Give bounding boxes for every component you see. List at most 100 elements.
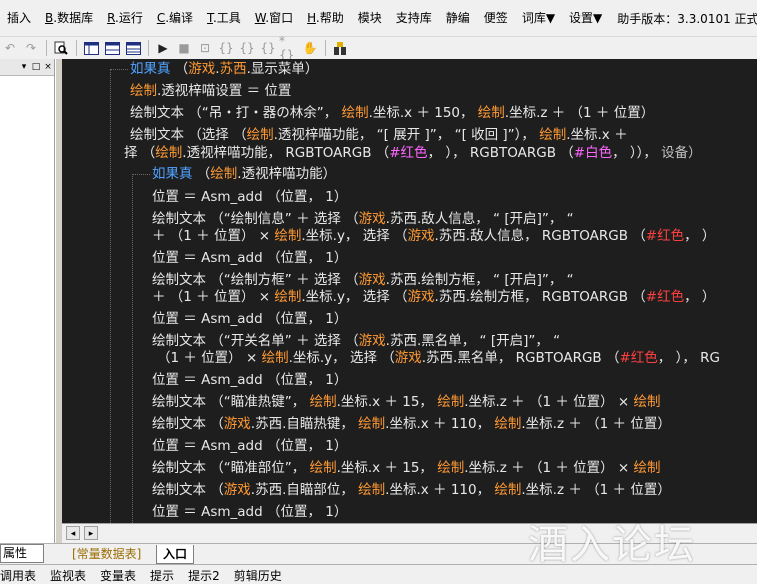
code-line[interactable]: ＋ （1 ＋ 位置） × 绘制.坐标.y， 选择 （游戏.苏西.敌人信息， RG… [152,226,715,246]
code-line[interactable]: 位置 ＝ Asm_add （位置， 1） [152,309,347,329]
code-line[interactable]: 位置 ＝ Asm_add （位置， 1） [152,248,347,268]
code-line[interactable]: 位置 ＝ Asm_add （位置， 1） [152,187,347,207]
menu-item[interactable]: 支持库 [389,0,439,36]
toolbar-separator [148,40,149,56]
code-token: 绘制文本 （ [152,482,224,498]
step4-icon[interactable]: {} [258,39,278,57]
code-token: 绘制 [341,105,369,121]
code-token: #红色 [645,289,685,305]
scroll-right-icon[interactable]: ▸ [84,526,98,540]
code-token: 位置 ＝ Asm_add （位置， 1） [152,250,348,266]
step3-icon[interactable]: {} [237,39,257,57]
tab-properties[interactable]: 属性 [0,544,44,563]
hand-icon[interactable]: ✋ [300,39,320,57]
code-line[interactable]: 如果真 （游戏.苏西.显示菜单） [130,59,318,79]
step1-icon[interactable]: ⊡ [195,39,215,57]
code-line[interactable]: 择 （绘制.透视梓喵功能， RGBTOARGB （#红色， ）， RGBTOAR… [124,143,702,163]
tab-constant-table[interactable]: [常量数据表] [66,545,147,563]
code-token: .坐标.x ＋ 110， [385,416,495,432]
code-line[interactable]: 位置 ＝ Asm_add （位置， 1） [152,370,347,390]
code-line[interactable]: （1 ＋ 位置） × 绘制.坐标.y， 选择 （游戏.苏西.黑名单， RGBTO… [157,348,720,368]
code-token: 游戏 [358,211,386,227]
code-line[interactable]: 位置 ＝ Asm_add （位置， 1） [152,502,347,522]
code-token: 择 （ [124,145,156,161]
menu-item[interactable]: W.窗口 [248,0,300,36]
code-token: 位置 ＝ Asm_add （位置， 1） [152,504,348,520]
step2-icon[interactable]: {} [216,39,236,57]
code-token: 绘制文本 （“瞄准部位”， [152,460,310,476]
code-token: .坐标.z ＋ （1 ＋ 位置） [521,416,671,432]
code-line[interactable]: 绘制文本 （“瞄准热键”， 绘制.坐标.x ＋ 15， 绘制.坐标.z ＋ （1… [152,392,661,412]
code-token: 绘制 [633,460,661,476]
toolbar-separator [46,40,47,56]
stop-icon[interactable]: ■ [174,39,194,57]
code-line[interactable]: 位置 ＝ Asm_add （位置， 1） [152,436,347,456]
menu-item[interactable]: T.工具 [200,0,248,36]
scroll-left-icon[interactable]: ◂ [66,526,80,540]
code-token: .坐标.y， 选择 （ [301,228,408,244]
menu-item[interactable]: 词库▼ [515,0,562,36]
code-token: .苏西.绘制方框， “ [开启]”， “ [385,272,574,288]
status-tab[interactable]: 调用表 [0,569,36,583]
tool-icon[interactable] [330,39,350,57]
code-token: 绘制 [358,416,386,432]
code-line[interactable]: 绘制.透视梓喵设置 ＝ 位置 [130,81,291,101]
pin-icon[interactable]: ▾ [18,62,30,72]
menu-item[interactable]: R.运行 [100,0,150,36]
find-icon[interactable] [51,39,71,57]
code-token: 绘制 [274,228,302,244]
code-token: 绘制 [494,482,522,498]
menu-item[interactable]: 模块 [351,0,389,36]
code-line[interactable]: ＋ （1 ＋ 位置） × 绘制.坐标.y， 选择 （游戏.苏西.绘制方框， RG… [152,287,715,307]
menu-item[interactable]: 静编 [439,0,477,36]
code-token: 绘制 [358,482,386,498]
code-token: 绘制 [246,127,274,143]
redo-icon[interactable]: ↷ [21,39,41,57]
status-tab[interactable]: 提示2 [188,569,220,583]
code-token: 绘制文本 （“绘制信息” ＋ 选择 （ [152,211,359,227]
status-tab[interactable]: 剪辑历史 [234,569,282,583]
layout1-icon[interactable] [81,39,101,57]
code-line[interactable]: 绘制文本 （游戏.苏西.自瞄部位， 绘制.坐标.x ＋ 110， 绘制.坐标.z… [152,480,671,500]
code-token: 绘制文本 （“开关名单” ＋ 选择 （ [152,333,359,349]
code-token: 游戏 [358,272,386,288]
code-token: 如果真 [130,61,171,77]
code-line[interactable]: 绘制文本 （“瞄准部位”， 绘制.坐标.x ＋ 15， 绘制.坐标.z ＋ （1… [152,458,661,478]
code-line[interactable]: 绘制文本 （“吊・打・器の林余”， 绘制.坐标.x ＋ 150， 绘制.坐标.z… [130,103,654,123]
close-icon[interactable]: × [42,62,54,72]
code-line[interactable]: 绘制文本 （游戏.苏西.自瞄热键， 绘制.坐标.x ＋ 110， 绘制.坐标.z… [152,414,671,434]
code-token: 如果真 [152,166,193,182]
code-token: 绘制文本 （“瞄准热键”， [152,394,310,410]
code-token: 绘制 [261,350,289,366]
menu-item[interactable]: B.数据库 [38,0,100,36]
code-token: 绘制 [539,127,567,143]
menu-item[interactable]: 设置▼ [562,0,609,36]
menu-item[interactable]: 插入 [0,0,38,36]
run-icon[interactable]: ▶ [153,39,173,57]
code-token: .坐标.z ＋ （1 ＋ 位置） [521,482,671,498]
layout2-icon[interactable] [102,39,122,57]
code-token: 位置 ＝ Asm_add （位置， 1） [152,189,348,205]
undo-icon[interactable]: ↶ [0,39,20,57]
code-token: .苏西.敌人信息， “ [开启]”， “ [385,211,574,227]
code-line[interactable]: 如果真 （绘制.透视梓喵功能） [152,164,336,184]
code-token: （ [192,166,211,182]
status-tab[interactable]: 监视表 [50,569,86,583]
tab-entry[interactable]: 入口 [156,545,195,564]
menu-item[interactable]: H.帮助 [300,0,351,36]
code-editor[interactable]: 如果真 （游戏.苏西.显示菜单） 绘制.透视梓喵设置 ＝ 位置 绘制文本 （“吊・打… [62,59,757,523]
left-panel-header: ▾ □ × [0,59,54,76]
restore-icon[interactable]: □ [30,62,42,72]
layout3-icon[interactable] [123,39,143,57]
step5-icon[interactable]: *{} [279,34,299,62]
code-line[interactable]: 绘制文本 （选择 （绘制.透视梓喵功能， “[ 展开 ]”， “[ 收回 ]”）… [130,125,628,145]
menu-item[interactable]: C.编译 [150,0,200,36]
panel-splitter[interactable] [55,59,62,543]
status-tab[interactable]: 提示 [150,569,174,583]
menu-item[interactable]: 便签 [477,0,515,36]
left-panel: ▾ □ × [0,59,55,543]
status-tab[interactable]: 变量表 [100,569,136,583]
code-token: .透视梓喵功能， “[ 展开 ]”， “[ 收回 ]”）， [273,127,540,143]
code-token: .显示菜单） [246,61,319,77]
code-token: ， ））， [612,145,662,161]
